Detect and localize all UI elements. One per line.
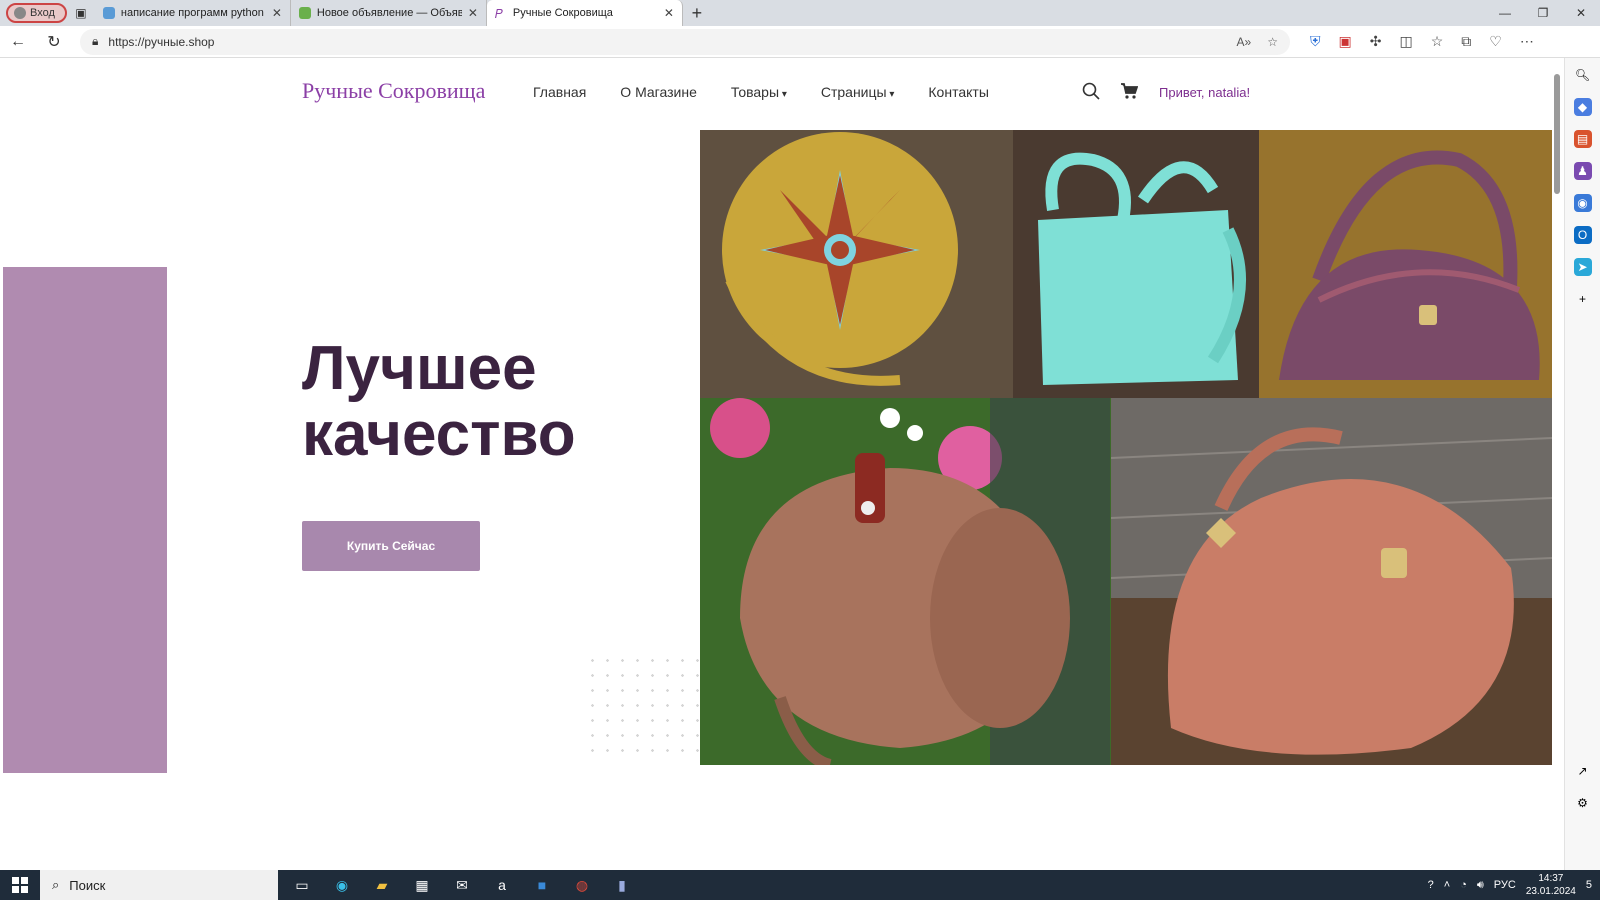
windows-start-icon[interactable] — [0, 870, 40, 900]
sidebar-send-icon[interactable]: ➤ — [1573, 258, 1592, 276]
web-page: Ручные Сокровища Главная О Магазине Това… — [0, 58, 1552, 870]
clock-date: 23.01.2024 — [1525, 886, 1576, 897]
product-gallery — [700, 130, 1552, 765]
user-greeting[interactable]: Привет, natalia! — [1159, 85, 1250, 100]
lock-icon: 🔒︎ — [92, 34, 99, 48]
browser-sidebar: 🔍︎ ◆ ▤ ♟ ◉ O ➤ + ↗ ⚙ — [1564, 58, 1600, 870]
nav-item-contacts[interactable]: Контакты — [928, 84, 988, 100]
restore-icon[interactable]: ❐ — [1524, 6, 1562, 20]
close-tab-icon[interactable]: ✕ — [272, 6, 282, 20]
tab-favicon-icon: 𝑃 — [494, 7, 503, 21]
buy-now-button[interactable]: Купить Сейчас — [302, 521, 480, 571]
tab-favicon-icon — [298, 7, 311, 19]
extension-red-icon[interactable]: ▣ — [1339, 33, 1352, 50]
task-view-icon[interactable]: ▭ — [282, 870, 322, 900]
collections-icon[interactable]: ⧉ — [1461, 33, 1471, 50]
app-blue-icon[interactable]: ■ — [522, 870, 562, 900]
photo-purple-handbag[interactable] — [1259, 130, 1552, 398]
close-window-icon[interactable]: ✕ — [1562, 6, 1600, 20]
sidebar-add-icon[interactable]: + — [1574, 290, 1592, 308]
refresh-icon[interactable]: ↻ — [36, 32, 72, 52]
taskbar-search[interactable]: ⌕ Поиск — [40, 870, 278, 900]
address-bar-row: ← ↻ 🔒︎ https://ручные.shop A» ☆ ⛨ ▣ ✣ ◫ … — [0, 26, 1600, 58]
search-icon: ⌕ — [52, 877, 60, 892]
sidebar-office-icon[interactable]: ◉ — [1573, 194, 1592, 212]
url-text: https://ручные.shop — [108, 34, 215, 49]
hero-title: Лучшее качество — [302, 336, 576, 468]
back-icon[interactable]: ← — [0, 33, 36, 51]
tray-chevron-icon[interactable]: ˄ — [1444, 879, 1450, 891]
tab-actions-icon[interactable]: ▣ — [67, 0, 95, 26]
nav-item-products[interactable]: Товары — [731, 84, 787, 100]
tab-python[interactable]: написание программ python - ​ ✕ — [95, 0, 291, 26]
tab-title: Ручные Сокровища — [512, 7, 613, 19]
read-aloud-icon[interactable]: A» — [1237, 35, 1252, 49]
page-scrollbar[interactable] — [1552, 74, 1562, 854]
close-tab-icon[interactable]: ✕ — [468, 6, 478, 20]
minimize-icon[interactable]: — — [1486, 6, 1524, 20]
site-logo[interactable]: Ручные Сокровища — [302, 78, 485, 104]
scrollbar-thumb[interactable] — [1554, 74, 1560, 194]
sidebar-tools-icon[interactable]: ▤ — [1573, 130, 1592, 148]
new-tab-button[interactable]: + — [683, 3, 711, 24]
browser-essentials-icon[interactable]: ♡ — [1489, 33, 1502, 50]
photo-coral-handbag[interactable] — [1111, 398, 1552, 765]
shield-extension-icon[interactable]: ⛨ — [1310, 33, 1321, 50]
amazon-icon[interactable]: a — [482, 870, 522, 900]
split-screen-icon[interactable]: ◫ — [1399, 33, 1412, 50]
menu-dots-icon[interactable]: ⋯ — [1520, 33, 1534, 50]
chrome-icon[interactable]: ◍ — [562, 870, 602, 900]
profile-button[interactable]: Вход — [6, 3, 67, 23]
nav-item-home[interactable]: Главная — [533, 84, 586, 100]
profile-label: Вход — [30, 7, 55, 19]
language-indicator[interactable]: РУС — [1494, 879, 1516, 891]
sidebar-settings-icon[interactable]: ⚙ — [1574, 794, 1592, 812]
favorites-icon[interactable]: ☆ — [1431, 33, 1444, 50]
favorite-star-icon[interactable]: ☆ — [1267, 35, 1278, 49]
sidebar-games-icon[interactable]: ♟ — [1573, 162, 1592, 180]
close-tab-icon[interactable]: ✕ — [664, 6, 674, 20]
profile-avatar-icon — [14, 7, 26, 19]
cart-icon[interactable] — [1120, 82, 1138, 100]
nav-item-pages[interactable]: Страницы — [821, 84, 895, 100]
search-icon[interactable] — [1082, 82, 1100, 100]
photo-mint-tote-bag[interactable] — [1013, 130, 1259, 398]
sidebar-external-icon[interactable]: ↗ — [1574, 762, 1592, 780]
nav-item-about[interactable]: О Магазине — [620, 84, 697, 100]
volume-icon[interactable]: 🔊︎ — [1477, 879, 1484, 892]
extensions-puzzle-icon[interactable]: ✣ — [1370, 33, 1382, 50]
tab-title: Новое объявление — Объявле — [316, 7, 462, 19]
file-explorer-icon[interactable]: ▰ — [362, 870, 402, 900]
tab-shop[interactable]: 𝑃 Ручные Сокровища ✕ — [486, 0, 683, 26]
tab-title: написание программ python - ​ — [120, 7, 266, 19]
taskbar-search-label: Поиск — [69, 877, 106, 893]
clock[interactable]: 14:37 23.01.2024 — [1526, 872, 1576, 898]
notifications-badge[interactable]: 5 — [1586, 879, 1592, 891]
tab-favicon-icon — [102, 7, 115, 19]
clock-time: 14:37 — [1538, 873, 1564, 884]
windows-taskbar: ⌕ Поиск ▭ ◉ ▰ ▦ ✉ a ■ ◍ ▮ ? ˄ ◔ 🔊︎ РУС 1… — [0, 870, 1600, 900]
store-icon[interactable]: ▦ — [402, 870, 442, 900]
network-icon[interactable]: ◔ — [1460, 879, 1467, 891]
main-nav: Главная О Магазине Товары Страницы Конта… — [533, 84, 989, 100]
help-icon[interactable]: ? — [1428, 879, 1434, 891]
sidebar-shopping-icon[interactable]: ◆ — [1573, 98, 1592, 116]
decorative-purple-block — [3, 267, 167, 773]
url-field[interactable]: 🔒︎ https://ручные.shop A» ☆ — [80, 28, 1290, 55]
sidebar-outlook-icon[interactable]: O — [1573, 226, 1592, 244]
photo-brown-crossbody-bag[interactable] — [700, 398, 1111, 765]
hero-title-line2: качество — [302, 400, 576, 469]
mail-icon[interactable]: ✉ — [442, 870, 482, 900]
tab-new-ad[interactable]: Новое объявление — Объявле ✕ — [291, 0, 487, 26]
photo-round-mustard-bag[interactable] — [700, 130, 1013, 398]
hero-title-line1: Лучшее — [302, 334, 537, 403]
edge-icon[interactable]: ◉ — [322, 870, 362, 900]
sidebar-search-icon[interactable]: 🔍︎ — [1574, 66, 1592, 84]
browser-tab-bar: Вход ▣ написание программ python - ​ ✕ Н… — [0, 0, 1600, 26]
notepad-icon[interactable]: ▮ — [602, 870, 642, 900]
